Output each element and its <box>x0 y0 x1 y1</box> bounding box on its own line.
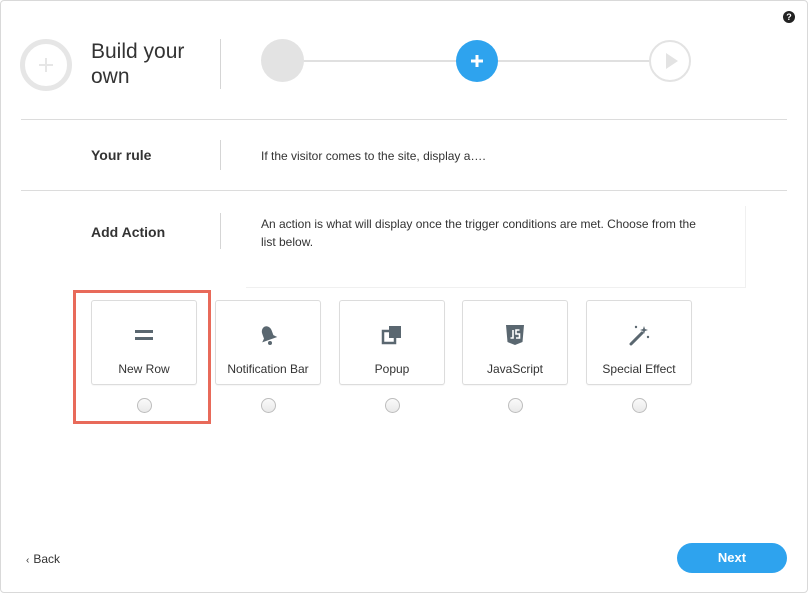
radio-popup[interactable] <box>385 398 400 413</box>
add-circle-icon <box>20 39 72 91</box>
step-1-indicator <box>261 39 304 82</box>
divider <box>21 190 787 191</box>
option-label: Special Effect <box>602 362 676 376</box>
divider <box>21 119 787 120</box>
option-card-notification-bar[interactable]: Notification Bar <box>215 300 321 385</box>
step-3-indicator <box>649 40 691 82</box>
back-button[interactable]: ‹ Back <box>26 552 60 566</box>
option-label: Notification Bar <box>227 362 309 376</box>
option-label: Popup <box>374 362 410 376</box>
rule-divider <box>220 140 221 170</box>
radio-special-effect[interactable] <box>632 398 647 413</box>
help-icon[interactable]: ? <box>783 11 795 23</box>
page-title: Build your own <box>91 40 185 88</box>
rule-text: If the visitor comes to the site, displa… <box>261 149 486 163</box>
option-card-javascript[interactable]: JavaScript <box>462 300 568 385</box>
magic-wand-icon <box>629 325 650 346</box>
popup-icon <box>381 326 401 345</box>
option-card-special-effect[interactable]: Special Effect <box>586 300 692 385</box>
selection-highlight <box>73 290 211 424</box>
action-description: An action is what will display once the … <box>261 217 696 249</box>
action-label: Add Action <box>91 224 166 240</box>
chevron-left-icon: ‹ <box>26 555 30 566</box>
option-label: JavaScript <box>486 362 544 376</box>
next-button[interactable]: Next <box>677 543 787 573</box>
js-icon <box>506 325 524 345</box>
radio-javascript[interactable] <box>508 398 523 413</box>
radio-notification-bar[interactable] <box>261 398 276 413</box>
bell-icon <box>261 326 278 345</box>
step-2-plus-icon <box>456 40 498 82</box>
action-divider <box>220 213 221 249</box>
rule-label: Your rule <box>91 147 152 163</box>
back-label: Back <box>33 552 61 566</box>
play-icon <box>666 53 678 69</box>
option-card-popup[interactable]: Popup <box>339 300 445 385</box>
header-divider <box>220 39 221 89</box>
